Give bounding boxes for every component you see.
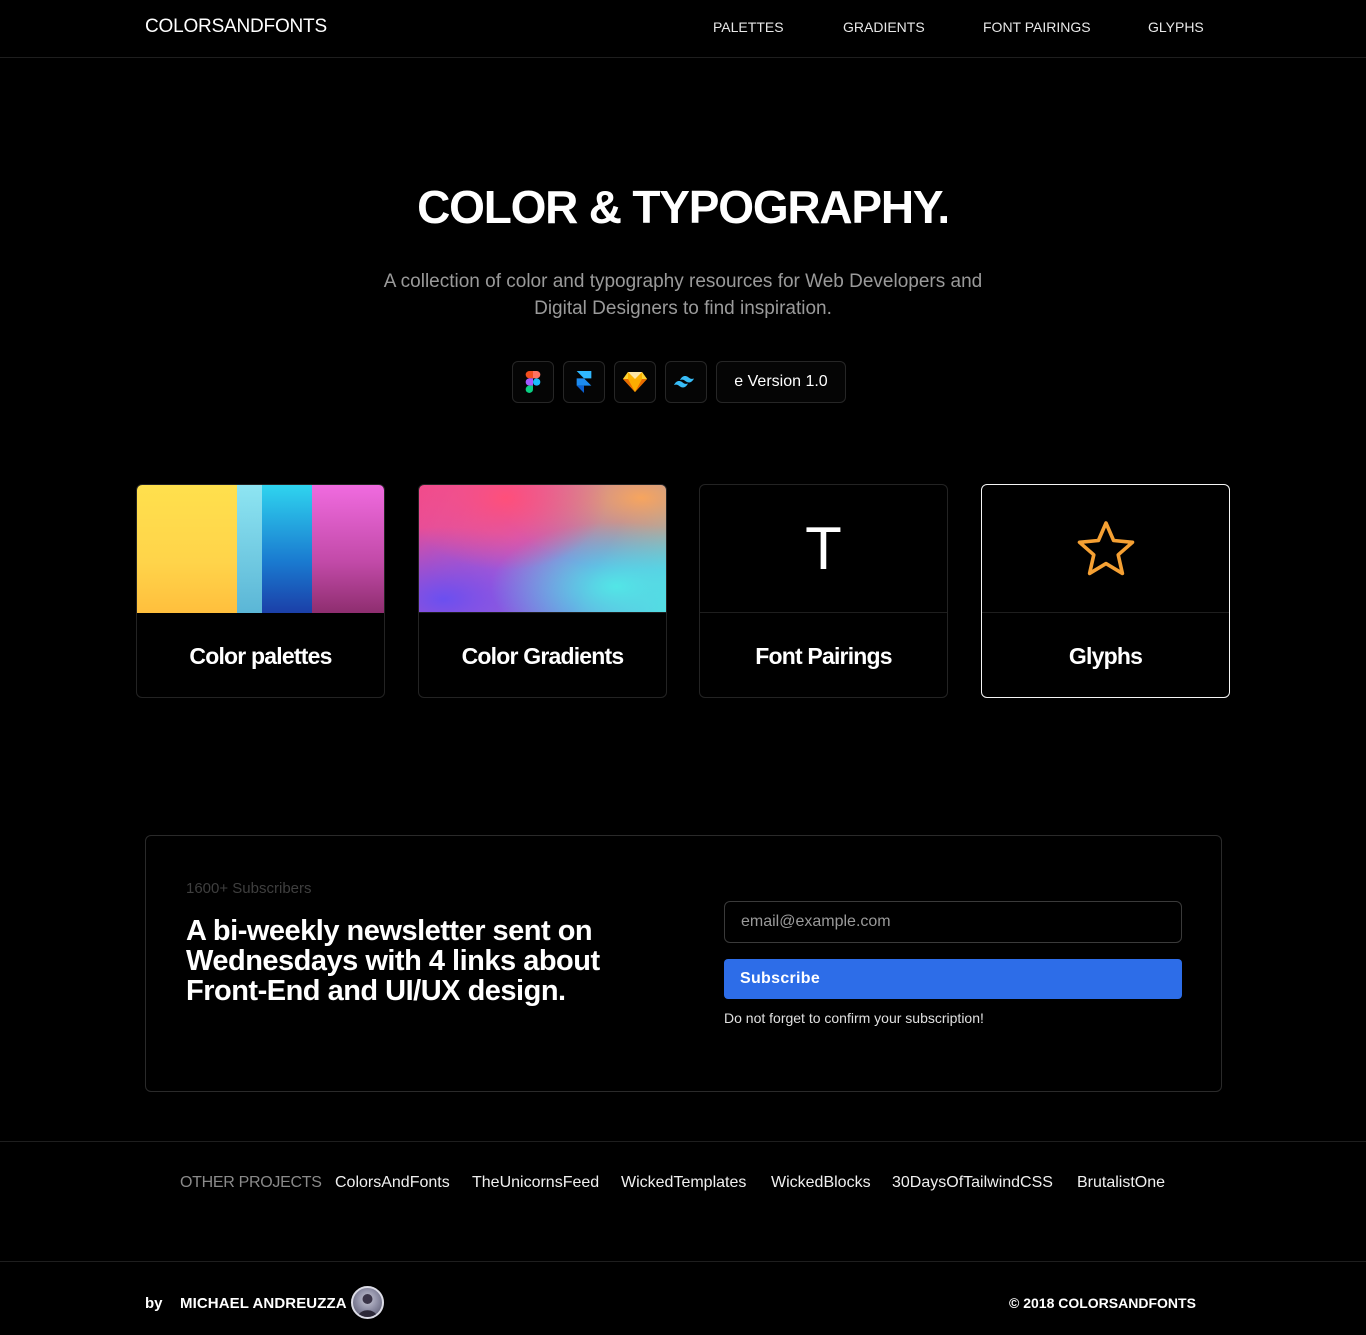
project-link-30daysoftailwindcss[interactable]: 30DaysOfTailwindCSS [892,1174,1053,1192]
star-icon [1077,520,1134,575]
nav-link-glyphs[interactable]: GLYPHS [1148,19,1204,35]
project-link-theunicornsfeed[interactable]: TheUnicornsFeed [472,1174,599,1192]
card-label: Color palettes [189,642,332,669]
project-link-wickedtemplates[interactable]: WickedTemplates [621,1174,746,1192]
avatar-portrait-icon [358,1294,377,1317]
newsletter-headline: A bi-weekly newsletter sent on Wednesday… [186,915,600,1007]
other-projects-label: OTHER PROJECTS [180,1174,322,1191]
project-link-colorsandfonts[interactable]: ColorsAndFonts [335,1174,450,1192]
email-input[interactable] [724,901,1182,943]
confirm-note: Do not forget to confirm your subscripti… [724,1010,984,1026]
sketch-badge[interactable] [614,361,656,403]
glyph-preview [982,485,1229,613]
hero-subtitle: A collection of color and typography res… [383,271,983,319]
framer-icon [576,371,592,393]
nav-link-palettes[interactable]: PALETTES [713,19,784,35]
project-link-brutalistone[interactable]: BrutalistOne [1077,1174,1165,1192]
figma-icon [525,371,541,393]
project-link-wickedblocks[interactable]: WickedBlocks [771,1174,871,1192]
card-label: Glyphs [1068,642,1143,669]
author-link[interactable]: MICHAEL ANDREUZZA [180,1295,347,1312]
other-projects-bar: OTHER PROJECTS ColorsAndFonts TheUnicorn… [0,1141,1366,1262]
by-label: by [145,1295,163,1312]
swatch-yellow [137,485,237,613]
figma-badge[interactable] [512,361,554,403]
font-preview: T [700,485,947,613]
tailwind-icon [674,376,694,388]
card-label: Color Gradients [461,642,625,669]
copyright: © 2018 COLORSANDFONTS [1009,1295,1196,1311]
card-font-pairings[interactable]: T Font Pairings [699,484,948,698]
framer-badge[interactable] [563,361,605,403]
card-label: Font Pairings [755,642,892,669]
subscriber-count: 1600+ Subscribers [186,880,312,897]
gradient-preview [419,485,666,613]
swatch-blue [262,485,312,613]
page: COLORSANDFONTS PALETTES GRADIENTS FONT P… [0,0,1366,1335]
letter-t-glyph: T [805,514,842,582]
swatch-pink [312,485,384,613]
nav-link-gradients[interactable]: GRADIENTS [843,19,925,35]
tailwind-badge[interactable] [665,361,707,403]
card-glyphs[interactable]: Glyphs [981,484,1230,698]
sketch-icon [623,372,647,392]
top-nav: COLORSANDFONTS PALETTES GRADIENTS FONT P… [0,0,1366,58]
footer: by MICHAEL ANDREUZZA © 2018 COLORSANDFON… [0,1262,1366,1335]
card-color-palettes[interactable]: Color palettes [136,484,385,698]
newsletter-box: 1600+ Subscribers A bi-weekly newsletter… [145,835,1222,1092]
card-color-gradients[interactable]: Color Gradients [418,484,667,698]
brand-logo-link[interactable]: COLORSANDFONTS [145,16,327,38]
swatch-light-blue [237,485,262,613]
gradient-blend [419,485,666,612]
version-badge[interactable]: e Version 1.0 [716,361,846,403]
subscribe-button[interactable]: Subscribe [724,959,1182,999]
palette-swatches [137,485,384,613]
nav-link-font-pairings[interactable]: FONT PAIRINGS [983,19,1091,35]
page-title: COLOR & TYPOGRAPHY. [417,181,950,233]
avatar[interactable] [351,1286,384,1319]
